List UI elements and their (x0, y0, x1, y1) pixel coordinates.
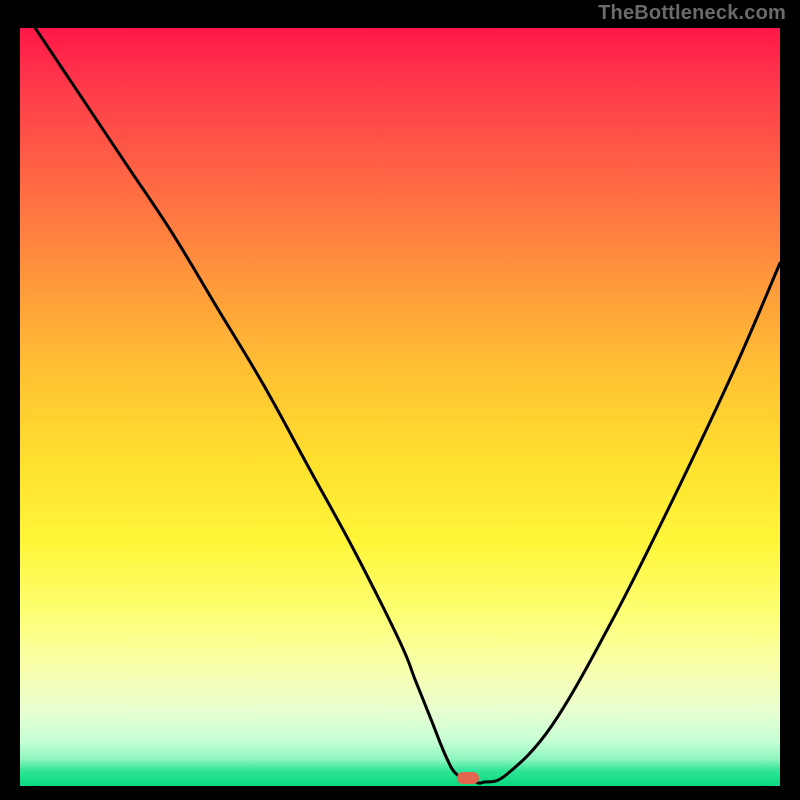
min-indicator (457, 772, 479, 784)
curve-path (35, 28, 780, 783)
attribution-text: TheBottleneck.com (598, 2, 786, 25)
chart-frame: TheBottleneck.com (0, 0, 800, 800)
bottleneck-curve (20, 28, 780, 786)
plot-area (20, 28, 780, 786)
